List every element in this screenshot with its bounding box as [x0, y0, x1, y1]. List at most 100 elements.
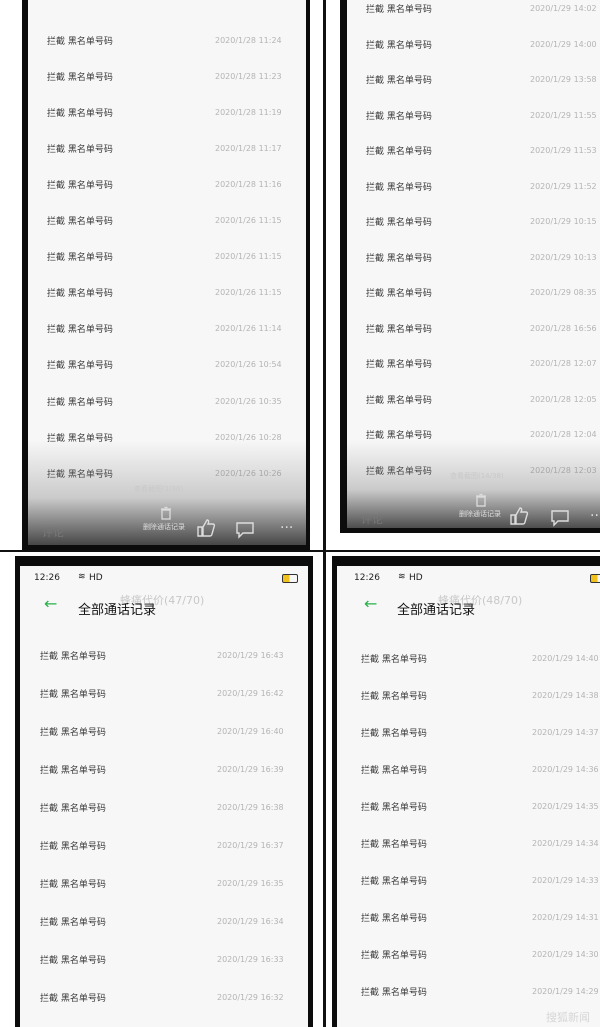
call-status-label: 拦截 黑名单号码: [366, 4, 432, 15]
call-time: 2020/1/29 16:38: [217, 802, 284, 812]
list-item[interactable]: 拦截 黑名单号码 2020/1/29 14:31: [337, 900, 600, 936]
list-item[interactable]: 拦截 黑名单号码 2020/1/29 08:35: [347, 275, 600, 311]
list-item[interactable]: 拦截 黑名单号码 2020/1/29 11:55: [347, 97, 600, 133]
comment-label[interactable]: 评论: [361, 511, 383, 527]
list-item[interactable]: 拦截 黑名单号码 2020/1/28 11:19: [28, 94, 306, 130]
call-time: 2020/1/29 08:35: [530, 288, 597, 297]
list-item[interactable]: 拦截 黑名单号码 2020/1/28 11:16: [28, 166, 306, 202]
footer-hint: 查看截图(1/30): [134, 485, 184, 493]
call-status-label: 拦截 黑名单号码: [361, 765, 427, 776]
list-item[interactable]: 拦截 黑名单号码 2020/1/29 16:43: [20, 637, 308, 673]
list-item[interactable]: 拦截 黑名单号码 2020/1/26 11:15: [28, 275, 306, 311]
list-item[interactable]: 拦截 黑名单号码 2020/1/29 13:58: [347, 62, 600, 98]
list-item[interactable]: 拦截 黑名单号码 2020/1/29 11:53: [347, 133, 600, 169]
list-item[interactable]: 拦截 黑名单号码 2020/1/29 16:32: [20, 980, 308, 1016]
call-time: 2020/1/26 11:15: [215, 216, 282, 225]
list-item[interactable]: 拦截 黑名单号码 2020/1/26 10:28: [28, 419, 306, 455]
call-time: 2020/1/29 16:35: [217, 879, 284, 889]
back-arrow-icon[interactable]: ←: [44, 594, 57, 613]
battery-icon: [282, 574, 298, 583]
list-item[interactable]: 拦截 黑名单号码 2020/1/29 10:13: [347, 239, 600, 275]
call-time: 2020/1/26 11:15: [215, 288, 282, 298]
list-item[interactable]: 拦截 黑名单号码 2020/1/26 11:15: [28, 239, 306, 275]
call-status-label: 拦截 黑名单号码: [40, 765, 106, 776]
call-status-label: 拦截 黑名单号码: [47, 433, 113, 444]
list-item[interactable]: 拦截 黑名单号码 2020/1/29 14:38: [337, 677, 600, 713]
list-item[interactable]: 拦截 黑名单号码 2020/1/29 14:00: [347, 26, 600, 62]
list-item[interactable]: 拦截 黑名单号码 2020/1/29 14:30: [337, 937, 600, 973]
list-item[interactable]: 拦截 黑名单号码 2020/1/29 16:40: [20, 713, 308, 749]
list-item-partial[interactable]: 拦截 黑名单号码 2020/1/29 14:02: [347, 0, 600, 26]
list-item[interactable]: 拦截 黑名单号码 2020/1/29 14:33: [337, 863, 600, 899]
delete-call-log-button[interactable]: 删除通话记录: [143, 522, 185, 532]
list-item[interactable]: 拦截 黑名单号码 2020/1/28 11:24: [28, 22, 306, 58]
list-item[interactable]: 拦截 黑名单号码 2020/1/26 11:15: [28, 203, 306, 239]
list-item[interactable]: 拦截 黑名单号码 2020/1/26 10:35: [28, 383, 306, 419]
call-time: 2020/1/29 14:37: [532, 727, 599, 737]
trash-icon[interactable]: [159, 505, 173, 520]
call-status-label: 拦截 黑名单号码: [40, 651, 106, 662]
page-title: 全部通话记录: [397, 603, 476, 618]
call-time: 2020/1/29 14:30: [532, 950, 599, 960]
call-status-label: 拦截 黑名单号码: [47, 325, 113, 336]
call-status-label: 拦截 黑名单号码: [40, 918, 106, 929]
call-time: 2020/1/29 14:35: [532, 801, 599, 811]
list-item[interactable]: 拦截 黑名单号码 2020/1/29 16:35: [20, 866, 308, 902]
list-item[interactable]: 拦截 黑名单号码 2020/1/29 16:34: [20, 904, 308, 940]
list-item[interactable]: 拦截 黑名单号码 2020/1/29 10:15: [347, 204, 600, 240]
list-item[interactable]: 拦截 黑名单号码 2020/1/26 11:14: [28, 311, 306, 347]
trash-icon[interactable]: [474, 492, 488, 507]
list-item[interactable]: 拦截 黑名单号码 2020/1/29 16:33: [20, 942, 308, 978]
comment-label[interactable]: 评论: [42, 524, 64, 540]
like-icon[interactable]: [509, 506, 529, 526]
like-icon[interactable]: [196, 518, 216, 538]
call-status-label: 拦截 黑名单号码: [361, 914, 427, 925]
call-status-label: 拦截 黑名单号码: [40, 842, 106, 852]
call-time: 2020/1/28 11:16: [215, 179, 282, 189]
call-time: 2020/1/28 12:07: [530, 359, 597, 368]
list-item[interactable]: 拦截 黑名单号码 2020/1/28 12:07: [347, 346, 600, 382]
call-status-label: 拦截 黑名单号码: [47, 36, 113, 47]
call-status-label: 拦截 黑名单号码: [47, 144, 113, 155]
list-item[interactable]: 拦截 黑名单号码 2020/1/29 14:40: [337, 640, 600, 676]
list-item[interactable]: 拦截 黑名单号码 2020/1/28 12:03: [347, 452, 600, 488]
screenshot-bottom-left: 12:26 ≋ HD 蜂痛代价(47/70) ← 全部通话记录 拦截 黑名单号码…: [15, 556, 313, 1027]
list-item[interactable]: 拦截 黑名单号码 2020/1/26 10:54: [28, 347, 306, 383]
network-label: HD: [409, 573, 423, 583]
call-status-label: 拦截 黑名单号码: [40, 994, 106, 1005]
screenshot-top-left: 拦截 黑名单号码 2020/1/28 11:24 拦截 黑名单号码 2020/1/28…: [22, 0, 310, 550]
list-item[interactable]: 拦截 黑名单号码 2020/1/29 14:29: [337, 974, 600, 1010]
call-status-label: 拦截 黑名单号码: [366, 360, 432, 370]
call-time: 2020/1/28 12:04: [530, 430, 597, 439]
list-item[interactable]: 拦截 黑名单号码 2020/1/29 16:39: [20, 751, 308, 787]
network-label: HD: [89, 573, 103, 583]
list-item[interactable]: 拦截 黑名单号码 2020/1/29 14:36: [337, 751, 600, 787]
list-item[interactable]: 拦截 黑名单号码 2020/1/28 11:17: [28, 130, 306, 166]
list-item[interactable]: 拦截 黑名单号码 2020/1/29 14:35: [337, 788, 600, 824]
list-item[interactable]: 拦截 黑名单号码 2020/1/28 11:23: [28, 58, 306, 94]
list-item[interactable]: 拦截 黑名单号码 2020/1/29 16:42: [20, 675, 308, 711]
call-time: 2020/1/29 14:40: [532, 653, 599, 663]
delete-call-log-button[interactable]: 删除通话记录: [459, 509, 501, 519]
call-status-label: 拦截 黑名单号码: [366, 147, 432, 157]
list-item[interactable]: 拦截 黑名单号码 2020/1/28 12:05: [347, 381, 600, 417]
call-time: 2020/1/26 10:26: [215, 468, 282, 478]
comment-icon[interactable]: [550, 509, 570, 527]
list-item[interactable]: 拦截 黑名单号码 2020/1/29 16:38: [20, 789, 308, 825]
comment-icon[interactable]: [235, 521, 255, 539]
list-item[interactable]: 拦截 黑名单号码 2020/1/29 14:34: [337, 826, 600, 862]
call-log-screen: 拦截 黑名单号码 2020/1/28 11:24 拦截 黑名单号码 2020/1/28…: [28, 0, 306, 545]
list-item[interactable]: 拦截 黑名单号码 2020/1/28 16:56: [347, 310, 600, 346]
more-icon[interactable]: ···: [280, 520, 293, 536]
list-item[interactable]: 拦截 黑名单号码 2020/1/29 16:37: [20, 828, 308, 864]
call-time: 2020/1/29 11:53: [530, 146, 597, 155]
list-item[interactable]: 拦截 黑名单号码 2020/1/28 12:04: [347, 417, 600, 453]
list-item[interactable]: 拦截 黑名单号码 2020/1/29 11:52: [347, 168, 600, 204]
more-icon[interactable]: ···: [590, 508, 600, 524]
call-status-label: 拦截 黑名单号码: [361, 877, 427, 888]
back-arrow-icon[interactable]: ←: [364, 594, 377, 613]
list-item[interactable]: 拦截 黑名单号码 2020/1/29 14:37: [337, 714, 600, 750]
call-status-label: 拦截 黑名单号码: [366, 431, 432, 441]
call-status-label: 拦截 黑名单号码: [361, 840, 427, 850]
battery-icon: [590, 574, 600, 583]
